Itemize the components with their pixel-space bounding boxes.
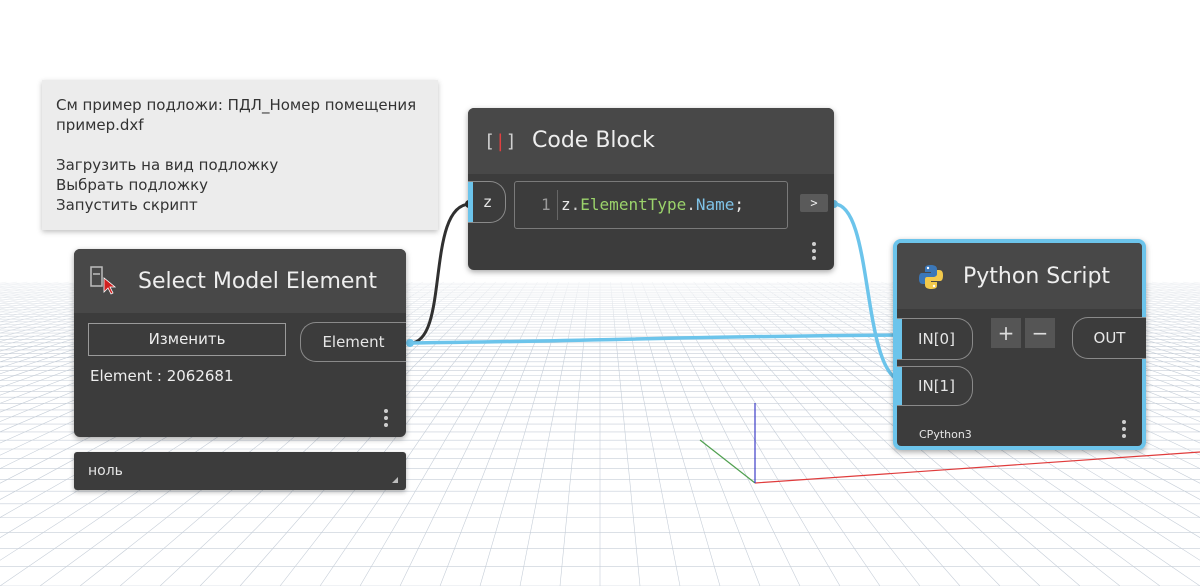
output-port-element[interactable]: Element [300, 322, 406, 362]
input-port-in0[interactable]: IN[0] [897, 318, 973, 360]
element-info: Element : 2062681 [90, 367, 234, 385]
code-block-node[interactable]: [|] Code Block z 1 z.ElementType.Name; > [468, 108, 834, 270]
node-header[interactable]: Select Model Element [74, 249, 406, 313]
input-port-in1[interactable]: IN[1] [897, 366, 973, 406]
node-header[interactable]: Python Script [897, 243, 1142, 309]
node-header[interactable]: [|] Code Block [468, 108, 834, 174]
preview-value: ноль [88, 463, 123, 479]
add-input-button[interactable]: + [991, 318, 1021, 348]
note-line: См пример подложи: ПДЛ_Номер помещения [56, 96, 417, 114]
port-label: IN[0] [918, 330, 955, 348]
axis-y-line [699, 439, 756, 484]
note-line: Запустить скрипт [56, 196, 198, 214]
output-port-out[interactable]: OUT [1072, 317, 1146, 359]
change-button[interactable]: Изменить [88, 323, 286, 356]
port-label: OUT [1093, 329, 1126, 347]
preview-bubble[interactable]: ноль [74, 452, 406, 490]
node-title: Code Block [532, 128, 655, 153]
port-label: Element [322, 333, 385, 351]
node-title: Python Script [963, 264, 1111, 289]
port-label: IN[1] [918, 377, 955, 395]
note-line: Загрузить на вид подложку [56, 156, 279, 174]
code-text: z.ElementType.Name; [561, 195, 745, 214]
line-number: 1 [541, 195, 551, 214]
note-line: Выбрать подложку [56, 176, 209, 194]
code-block-icon: [|] [484, 131, 517, 152]
code-editor[interactable]: 1 z.ElementType.Name; [514, 181, 788, 229]
port-indicator [897, 367, 902, 405]
port-indicator [468, 182, 473, 222]
node-title: Select Model Element [138, 269, 377, 294]
port-indicator [897, 319, 902, 359]
note-line: пример.dxf [56, 116, 144, 134]
python-script-node[interactable]: Python Script IN[0] IN[1] + − OUT CPytho… [893, 239, 1146, 450]
select-model-element-node[interactable]: Select Model Element Изменить Element El… [74, 249, 406, 437]
python-icon [917, 263, 945, 291]
wire-endpoint-element [406, 339, 414, 347]
node-menu-icon[interactable] [812, 242, 816, 263]
remove-input-button[interactable]: − [1025, 318, 1055, 348]
port-label: z [483, 193, 492, 211]
resize-grip-icon[interactable] [392, 477, 398, 483]
axis-x-line [754, 451, 1200, 484]
node-menu-icon[interactable] [1122, 420, 1126, 441]
input-port-z[interactable]: z [468, 181, 506, 223]
select-element-icon [90, 266, 120, 296]
engine-label: CPython3 [919, 428, 972, 441]
node-menu-icon[interactable] [384, 409, 388, 430]
note-box[interactable]: См пример подложи: ПДЛ_Номер помещения п… [42, 80, 438, 230]
output-port-code[interactable]: > [800, 194, 828, 212]
note-line [56, 135, 424, 155]
